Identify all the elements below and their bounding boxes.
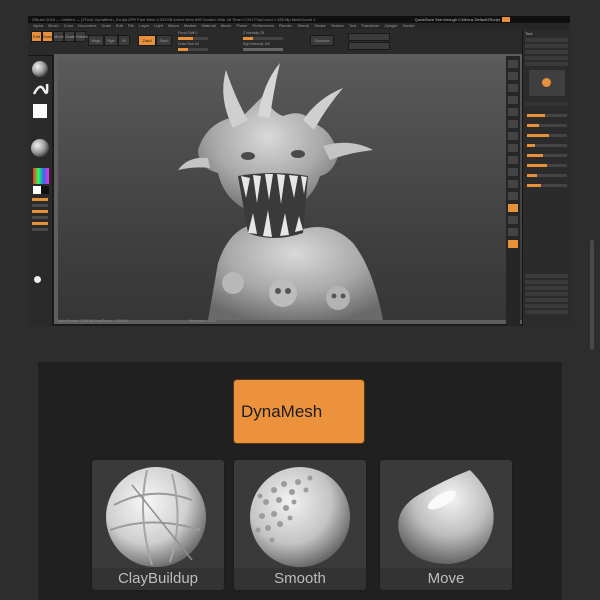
- draw-button[interactable]: Draw: [42, 31, 53, 42]
- zsub-button[interactable]: Zsub: [156, 35, 172, 46]
- draw-size-label: Draw Size 64: [178, 42, 199, 46]
- tool-palette: Tool: [522, 30, 570, 326]
- menu-item[interactable]: Document: [78, 23, 96, 28]
- zadd-button[interactable]: Zadd: [138, 35, 156, 46]
- menu-item[interactable]: Layer: [139, 23, 149, 28]
- focal-shift-label: Focal Shift 0: [178, 31, 198, 35]
- menu-item[interactable]: Draw: [101, 23, 110, 28]
- smooth-brush-icon: [250, 467, 350, 567]
- menu-item[interactable]: Material: [201, 23, 215, 28]
- scale-button[interactable]: Scale: [64, 31, 75, 42]
- quicksave-badge[interactable]: [502, 17, 510, 22]
- rotate-button[interactable]: Rotate: [75, 31, 88, 42]
- palette-slider[interactable]: [527, 114, 567, 117]
- menu-item[interactable]: Movie: [221, 23, 232, 28]
- palette-row[interactable]: [525, 50, 568, 54]
- palette-row[interactable]: [525, 304, 568, 308]
- top-toolbar: Edit Draw Move Scale Rotate Mrgb Rgb M Z…: [28, 29, 570, 56]
- menu-item[interactable]: Light: [154, 23, 163, 28]
- dynamic-button[interactable]: Dynamic: [310, 35, 334, 46]
- brush-claybuildup[interactable]: ClayBuildup: [91, 459, 225, 591]
- palette-slider[interactable]: [527, 184, 567, 187]
- menu-item[interactable]: Marker: [184, 23, 196, 28]
- palette-slider[interactable]: [527, 174, 567, 177]
- menu-item[interactable]: Picker: [236, 23, 247, 28]
- menu-item[interactable]: Transform: [361, 23, 379, 28]
- palette-row[interactable]: [525, 286, 568, 290]
- palette-row[interactable]: [525, 274, 568, 278]
- palette-row[interactable]: [525, 102, 568, 106]
- title-right-text: QuickSave See-through 0 Menus DefaultZSc…: [414, 17, 500, 22]
- z-intensity-label: Z Intensity 25: [243, 31, 265, 35]
- title-bar: ZBrush 2018 — Untitled — (ZTool) DynaMes…: [28, 16, 570, 23]
- menu-item[interactable]: File: [128, 23, 134, 28]
- palette-row[interactable]: [525, 292, 568, 296]
- brush-label: ClayBuildup: [92, 568, 224, 590]
- page-scrollbar[interactable]: [590, 240, 594, 350]
- status-points: ActivePoints: 1,285 Mil TotalPoints: 1,2…: [58, 319, 128, 323]
- menu-item[interactable]: Alpha: [33, 23, 43, 28]
- palette-slider[interactable]: [527, 134, 567, 137]
- z-intensity-slider[interactable]: [243, 37, 283, 40]
- menu-item[interactable]: Texture: [331, 23, 344, 28]
- move-brush-icon: [398, 470, 494, 564]
- menu-item[interactable]: Render: [279, 23, 292, 28]
- palette-row[interactable]: [525, 56, 568, 60]
- rgb-button[interactable]: Rgb: [104, 35, 118, 46]
- rgb-intensity-slider[interactable]: [243, 48, 283, 51]
- menu-item[interactable]: Stroke: [314, 23, 326, 28]
- palette-slider[interactable]: [527, 124, 567, 127]
- brush-smooth[interactable]: Smooth: [233, 459, 367, 591]
- rgb-intensity-label: Rgb Intensity 100: [243, 42, 271, 46]
- claybuildup-brush-icon: [106, 467, 206, 567]
- palette-row[interactable]: [525, 44, 568, 48]
- palette-row[interactable]: [525, 280, 568, 284]
- draw-size-slider[interactable]: [178, 48, 208, 51]
- status-view: Perspective Floor: [188, 319, 216, 323]
- menu-item[interactable]: Preferences: [253, 23, 275, 28]
- menu-item[interactable]: Stencil: [297, 23, 309, 28]
- tool-thumbnails[interactable]: [529, 70, 565, 96]
- menu-item[interactable]: Tool: [349, 23, 356, 28]
- menu-item[interactable]: Brush: [48, 23, 58, 28]
- left-shelf-icons: [31, 61, 49, 231]
- toolbar-dropdown-1[interactable]: [348, 33, 390, 41]
- focal-shift-slider[interactable]: [178, 37, 208, 40]
- mrgb-button[interactable]: Mrgb: [88, 35, 104, 46]
- window-title: ZBrush 2018 — Untitled — (ZTool) DynaMes…: [32, 17, 316, 22]
- m-button[interactable]: M: [118, 35, 130, 46]
- palette-row[interactable]: [525, 62, 568, 66]
- brush-label: Move: [380, 568, 512, 590]
- canvas-viewport[interactable]: [58, 58, 528, 320]
- right-shelf-icons: [508, 60, 518, 248]
- palette-slider[interactable]: [527, 144, 567, 147]
- tool-palette-title: Tool: [525, 31, 533, 36]
- menu-item[interactable]: Macro: [168, 23, 179, 28]
- dragon-sculpt: [178, 63, 383, 320]
- move-button[interactable]: Move: [53, 31, 64, 42]
- menu-item[interactable]: Zplugin: [384, 23, 397, 28]
- brush-label: Smooth: [234, 568, 366, 590]
- active-tool-icon[interactable]: [542, 78, 551, 87]
- palette-row[interactable]: [525, 298, 568, 302]
- right-shelf: [506, 56, 520, 326]
- brush-size-indicator: [34, 276, 41, 283]
- brush-move[interactable]: Move: [379, 459, 513, 591]
- zbrush-window: ZBrush 2018 — Untitled — (ZTool) DynaMes…: [28, 16, 570, 326]
- palette-row[interactable]: [525, 38, 568, 42]
- dynamesh-button[interactable]: DynaMesh: [234, 380, 364, 443]
- status-line: ActivePoints: 1,285 Mil TotalPoints: 1,2…: [54, 316, 532, 326]
- edit-button[interactable]: Edit: [31, 31, 42, 42]
- palette-row[interactable]: [525, 310, 568, 314]
- menu-item[interactable]: Edit: [116, 23, 123, 28]
- menu-item[interactable]: Zscript: [402, 23, 414, 28]
- menu-item[interactable]: Color: [64, 23, 74, 28]
- palette-slider[interactable]: [527, 154, 567, 157]
- left-shelf: [28, 56, 52, 326]
- palette-slider[interactable]: [527, 164, 567, 167]
- toolbar-dropdown-2[interactable]: [348, 42, 390, 50]
